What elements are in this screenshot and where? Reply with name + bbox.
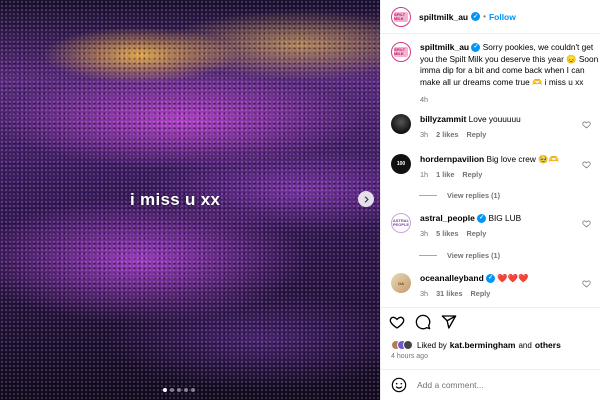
liked-and-label: and	[518, 340, 532, 350]
comment-username[interactable]: astral_people	[420, 213, 475, 223]
avatar-logo-text: SPILT MILK	[394, 11, 406, 21]
verified-icon: ✓	[486, 274, 496, 284]
comment-text: ❤️❤️❤️	[497, 273, 529, 283]
avatar[interactable]: OA	[391, 273, 411, 293]
comment-time: 3h	[420, 289, 429, 298]
verified-icon: ✓	[471, 12, 481, 21]
heart-icon[interactable]	[582, 279, 591, 288]
carousel-dot	[170, 388, 174, 392]
carousel-indicator	[163, 388, 195, 392]
comment-icon[interactable]	[415, 314, 431, 330]
reply-button[interactable]: Reply	[471, 288, 491, 299]
avatar[interactable]: ASTRAL PEOPLE	[391, 213, 411, 233]
emoji-icon[interactable]	[391, 377, 407, 393]
verified-icon: ✓	[477, 214, 487, 224]
comment-username[interactable]: oceanalleyband	[420, 273, 484, 283]
carousel-dot	[184, 388, 188, 392]
comment-time: 1h	[420, 170, 429, 179]
likes-summary[interactable]: Liked by kat.bermingham and others	[391, 340, 561, 350]
liked-by-user[interactable]: kat.bermingham	[450, 340, 516, 350]
post-timestamp: 4 hours ago	[391, 353, 428, 360]
heart-icon[interactable]	[389, 314, 405, 330]
comment-time: 3h	[420, 130, 429, 139]
reply-button[interactable]: Reply	[462, 169, 482, 180]
follow-button[interactable]: Follow	[489, 12, 516, 22]
carousel-dot	[163, 388, 167, 392]
comment-input[interactable]	[417, 380, 587, 390]
add-comment-bar	[381, 369, 600, 400]
avatar	[403, 340, 413, 350]
comment-likes[interactable]: 1 like	[436, 169, 454, 180]
post-caption: SPILT MILK spiltmilk_au ✓ Sorry pookies,…	[391, 42, 600, 106]
comment-item: OA oceanalleyband ✓ ❤️❤️❤️ 3h 31 likes R…	[391, 273, 600, 299]
avatar[interactable]: 100	[391, 154, 411, 174]
avatar[interactable]: SPILT MILK	[391, 6, 411, 27]
comment-item: billyzammit Love youuuuu 3h 2 likes Repl…	[391, 114, 600, 140]
chevron-right-icon	[364, 195, 369, 203]
share-icon[interactable]	[441, 314, 457, 330]
view-replies-button[interactable]: View replies (1)	[419, 251, 500, 260]
avatar[interactable]	[391, 114, 411, 134]
avatar[interactable]: SPILT MILK	[391, 42, 411, 62]
heart-icon[interactable]	[582, 120, 591, 129]
comment-item: 100 hordernpavilion Big love crew 🥹🫶 1h …	[391, 154, 600, 180]
liked-by-label: Liked by	[417, 340, 447, 350]
next-slide-button[interactable]	[358, 191, 374, 207]
avatar-logo-text: ASTRAL PEOPLE	[392, 217, 410, 227]
divider	[419, 195, 437, 196]
comment-text: BIG LUB	[488, 213, 522, 223]
comment-text: Big love crew 🥹🫶	[486, 154, 559, 164]
comment-time: 3h	[420, 229, 429, 238]
post-actions: Liked by kat.bermingham and others 4 hou…	[381, 307, 600, 365]
post-header: SPILT MILK spiltmilk_au ✓ • Follow	[381, 0, 600, 34]
caption-time: 4h	[420, 95, 429, 104]
separator-dot: •	[483, 12, 486, 21]
heart-icon[interactable]	[582, 219, 591, 228]
comment-likes[interactable]: 5 likes	[436, 228, 458, 239]
reply-button[interactable]: Reply	[466, 228, 486, 239]
caption-username[interactable]: spiltmilk_au	[420, 42, 469, 52]
liked-others[interactable]: others	[535, 340, 561, 350]
comment-username[interactable]: hordernpavilion	[420, 154, 484, 164]
avatar-logo-text: 100	[396, 161, 406, 167]
post-side-panel: SPILT MILK spiltmilk_au ✓ • Follow SPILT…	[380, 0, 600, 400]
media-caption-text: i miss u xx	[130, 190, 221, 209]
carousel-dot	[191, 388, 195, 392]
avatar-logo-text: OA	[398, 280, 404, 286]
post-media[interactable]: i miss u xx	[0, 0, 380, 400]
view-replies-button[interactable]: View replies (1)	[419, 191, 500, 200]
comment-likes[interactable]: 31 likes	[436, 288, 462, 299]
verified-icon: ✓	[471, 43, 481, 53]
view-replies-label: View replies (1)	[447, 191, 500, 200]
comment-likes[interactable]: 2 likes	[436, 129, 458, 140]
comment-text: Love youuuuu	[468, 114, 521, 124]
comment-item: ASTRAL PEOPLE astral_people ✓ BIG LUB 3h…	[391, 213, 600, 239]
view-replies-label: View replies (1)	[447, 251, 500, 260]
carousel-dot	[177, 388, 181, 392]
comment-username[interactable]: billyzammit	[420, 114, 466, 124]
instagram-post-view: i miss u xx SPILT MILK spiltmilk_au ✓ • …	[0, 0, 600, 400]
reply-button[interactable]: Reply	[466, 129, 486, 140]
heart-icon[interactable]	[582, 160, 591, 169]
avatar-logo-text: SPILT MILK	[394, 47, 406, 56]
divider	[419, 255, 437, 256]
header-username[interactable]: spiltmilk_au	[419, 12, 468, 22]
